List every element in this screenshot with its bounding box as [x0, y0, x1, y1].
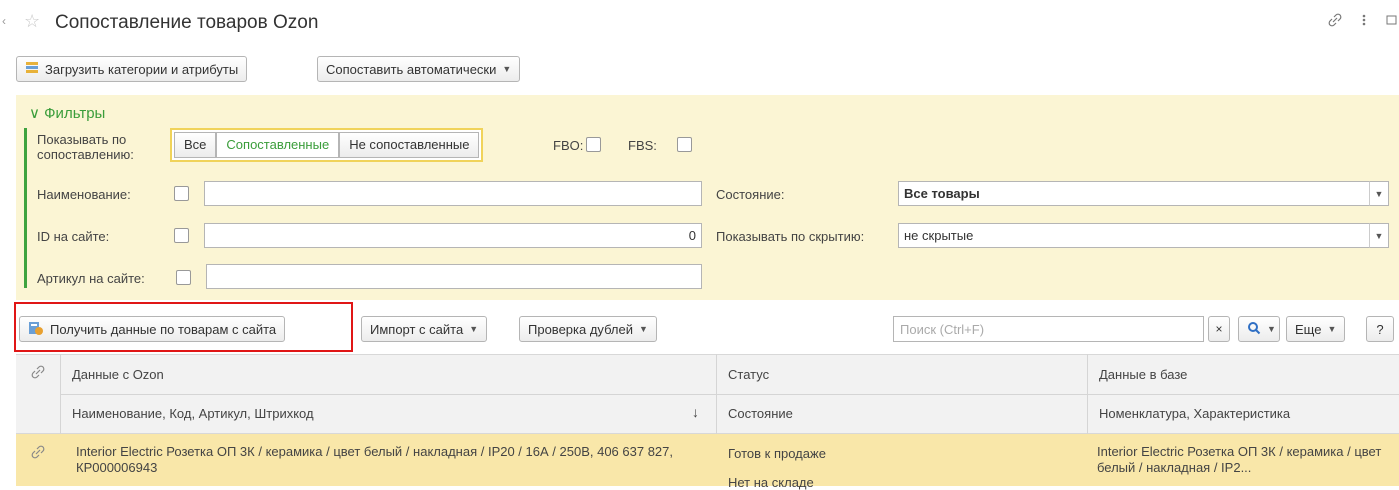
row-link-icon[interactable] [30, 444, 46, 463]
match-segmented-control: Все Сопоставленные Не сопоставленные [170, 128, 484, 162]
back-arrow-icon[interactable]: ‹ [2, 14, 10, 28]
highlight-frame [14, 302, 353, 352]
sku-field[interactable] [206, 264, 702, 289]
window-controls [1327, 12, 1399, 31]
sku-label: Артикул на сайте: [37, 271, 145, 286]
link-icon[interactable] [1327, 12, 1343, 31]
chevron-down-icon: ▼ [469, 324, 479, 334]
segment-matched[interactable]: Сопоставленные [216, 132, 340, 158]
maximize-icon[interactable] [1385, 12, 1399, 31]
more-button[interactable]: Еще ▼ [1286, 316, 1346, 342]
segment-not-matched[interactable]: Не сопоставленные [339, 132, 480, 158]
fbo-checkbox[interactable] [586, 137, 601, 152]
hidden-label: Показывать по скрытию: [716, 229, 865, 244]
load-categories-button[interactable]: Загрузить категории и атрибуты [16, 56, 248, 82]
filters-group-bar [24, 128, 27, 288]
header-divider [60, 394, 1399, 395]
auto-match-button[interactable]: Сопоставить автоматически ▼ [317, 56, 521, 82]
search-icon [1247, 321, 1261, 338]
favorite-star-icon[interactable]: ☆ [24, 11, 40, 32]
check-duplicates-button[interactable]: Проверка дублей ▼ [519, 316, 657, 342]
row-state: Нет на складе [728, 475, 814, 490]
load-icon [25, 61, 39, 78]
site-id-label: ID на сайте: [37, 229, 110, 244]
column-ozon-sub[interactable]: Наименование, Код, Артикул, Штрихкод [72, 406, 314, 421]
column-db[interactable]: Данные в базе [1099, 367, 1187, 382]
more-icon[interactable] [1361, 12, 1367, 31]
load-categories-label: Загрузить категории и атрибуты [45, 61, 239, 77]
duplicates-label: Проверка дублей [528, 321, 634, 337]
fbo-label: FBO: [553, 138, 584, 153]
chevron-down-icon: ▼ [639, 324, 648, 334]
auto-match-label: Сопоставить автоматически [326, 61, 497, 77]
help-label: ? [1376, 321, 1384, 337]
column-ozon[interactable]: Данные с Ozon [72, 367, 164, 382]
more-label: Еще [1295, 321, 1322, 337]
name-label: Наименование: [37, 187, 131, 202]
name-checkbox[interactable] [174, 186, 189, 201]
search-button[interactable]: ▼ [1238, 316, 1280, 342]
filters-toggle[interactable]: ∨ Фильтры [29, 104, 105, 122]
sort-arrow-icon[interactable]: ↓ [692, 404, 699, 420]
chevron-down-icon: ▼ [1327, 324, 1337, 334]
hidden-dropdown-icon[interactable]: ▼ [1369, 223, 1389, 248]
filters-header: Фильтры [44, 105, 106, 122]
chevron-down-icon: ▼ [1267, 324, 1276, 334]
name-field[interactable] [204, 181, 702, 206]
show-by-match-label: Показывать по сопоставлению: [37, 132, 134, 162]
state-label: Состояние: [716, 187, 785, 202]
state-dropdown-icon[interactable]: ▼ [1369, 181, 1389, 206]
link-column-icon[interactable] [30, 364, 46, 383]
fbs-checkbox[interactable] [677, 137, 692, 152]
row-status: Готов к продаже [728, 446, 826, 461]
help-button[interactable]: ? [1366, 316, 1394, 342]
site-id-checkbox[interactable] [174, 228, 189, 243]
import-from-site-button[interactable]: Импорт с сайта ▼ [361, 316, 488, 342]
row-db-data: Interior Electric Розетка ОП 3К / керами… [1097, 444, 1382, 475]
column-status-sub[interactable]: Состояние [728, 406, 793, 421]
site-id-field[interactable]: 0 [204, 223, 702, 248]
fbs-label: FBS: [628, 138, 657, 153]
sku-checkbox[interactable] [176, 270, 191, 285]
column-db-sub[interactable]: Номенклатура, Характеристика [1099, 406, 1290, 421]
clear-search-button[interactable]: × [1208, 316, 1230, 342]
column-status[interactable]: Статус [728, 367, 769, 382]
row-ozon-data: Interior Electric Розетка ОП 3К / керами… [76, 444, 673, 475]
segment-all[interactable]: Все [174, 132, 217, 158]
page-title: Сопоставление товаров Ozon [55, 12, 319, 33]
chevron-down-icon: ▼ [502, 64, 512, 74]
chevron-down-icon: ∨ [29, 105, 40, 122]
search-input[interactable]: Поиск (Ctrl+F) [893, 316, 1204, 342]
import-label: Импорт с сайта [370, 321, 464, 337]
close-icon: × [1215, 322, 1223, 336]
state-select[interactable]: Все товары [898, 181, 1370, 206]
hidden-select[interactable]: не скрытые [898, 223, 1370, 248]
